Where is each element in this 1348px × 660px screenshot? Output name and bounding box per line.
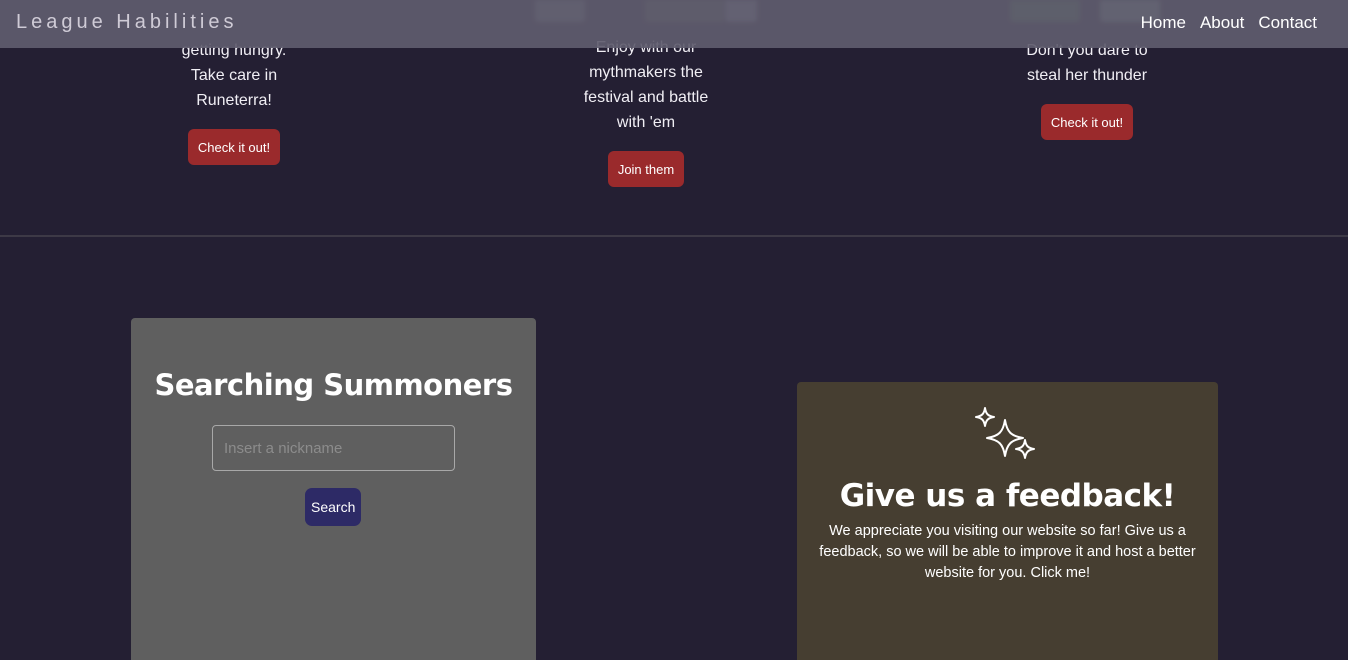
card-3-check-button[interactable]: Check it out! [1041, 104, 1133, 140]
card-text-line: mythmakers the [589, 64, 703, 81]
sparkles-icon [975, 407, 1035, 459]
feedback-card[interactable]: Give us a feedback! We appreciate you vi… [797, 382, 1218, 660]
nickname-input[interactable] [212, 425, 455, 471]
page: League Habilities Home About Contact get… [0, 0, 1348, 660]
card-text-line: Take care in [190, 67, 278, 84]
nav-home-link[interactable]: Home [1141, 13, 1186, 33]
navbar: League Habilities Home About Contact [0, 0, 1348, 48]
card-text-line: with 'em [616, 114, 676, 131]
brand-logo[interactable]: League Habilities [16, 11, 237, 34]
card-1-text: getting hungry. Take care in Runeterra! [134, 38, 334, 113]
nav-about-link[interactable]: About [1200, 13, 1244, 33]
search-button[interactable]: Search [305, 488, 361, 526]
card-text-line: steal her thunder [1026, 67, 1148, 84]
card-text-line: Runeterra! [196, 92, 272, 109]
search-panel: Searching Summoners Search [131, 318, 536, 660]
feedback-text: We appreciate you visiting our website s… [819, 523, 1196, 581]
card-2-join-button[interactable]: Join them [608, 151, 684, 187]
nav-contact-link[interactable]: Contact [1258, 13, 1317, 33]
card-2-text: Enjoy with our mythmakers the festival a… [546, 35, 746, 135]
section-divider [0, 235, 1348, 237]
card-text-line: festival and battle [583, 89, 709, 106]
card-1-check-button[interactable]: Check it out! [188, 129, 280, 165]
search-title: Searching Summoners [154, 368, 513, 402]
feedback-title: Give us a feedback! [839, 478, 1176, 514]
nav-links: Home About Contact [1141, 13, 1317, 33]
